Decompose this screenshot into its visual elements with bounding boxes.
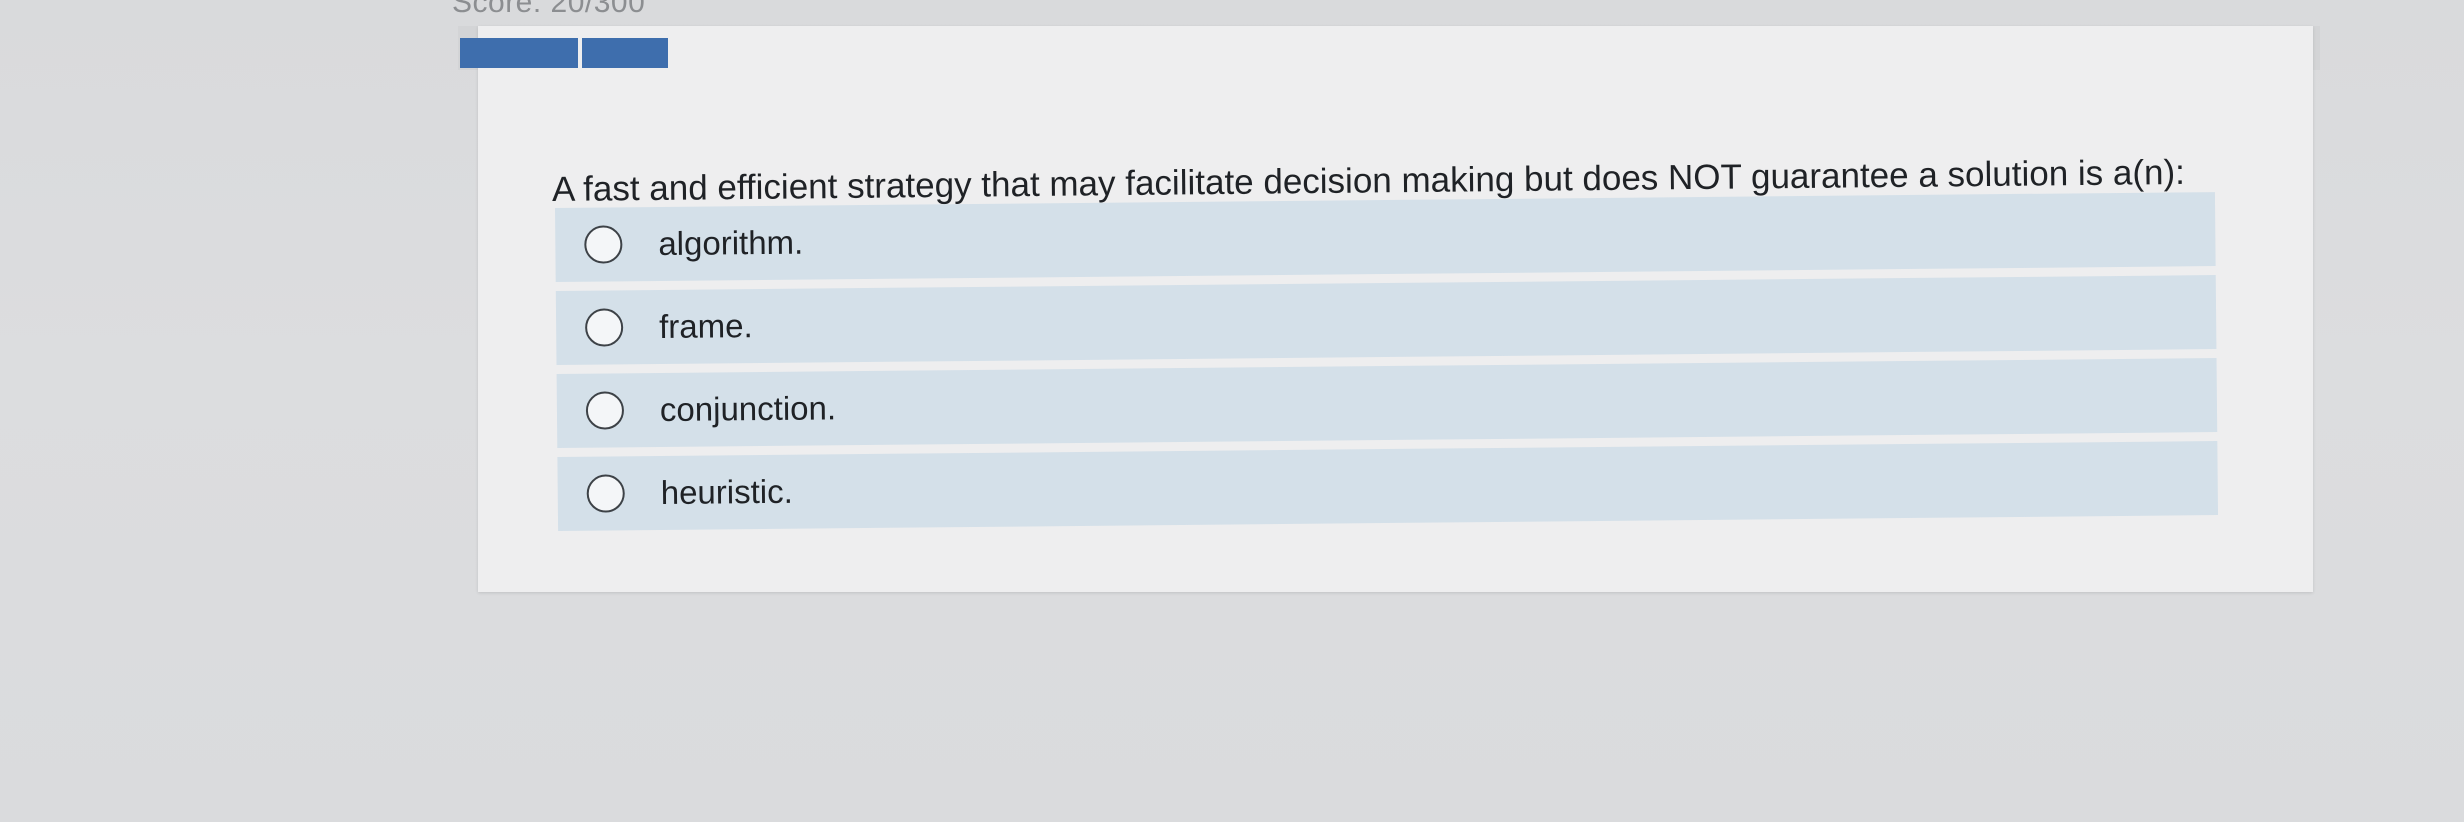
progress-segment (582, 38, 668, 68)
radio-button[interactable] (584, 225, 623, 264)
option-label: frame. (658, 307, 753, 346)
answer-option-heuristic[interactable]: heuristic. (557, 441, 2219, 531)
progress-bar (460, 38, 668, 68)
option-label: conjunction. (659, 389, 837, 429)
radio-button[interactable] (585, 391, 625, 430)
option-label: algorithm. (658, 223, 804, 263)
option-label: heuristic. (660, 472, 793, 511)
answer-option-frame[interactable]: frame. (555, 275, 2217, 365)
answer-options: algorithm. frame. conjunction. heuristic… (555, 192, 2219, 540)
answer-option-conjunction[interactable]: conjunction. (556, 358, 2218, 448)
answer-option-algorithm[interactable]: algorithm. (555, 192, 2216, 282)
radio-button[interactable] (584, 308, 624, 347)
radio-button[interactable] (586, 474, 625, 513)
progress-segment (460, 38, 578, 68)
score-label: Score: 20/300 (452, 0, 646, 19)
